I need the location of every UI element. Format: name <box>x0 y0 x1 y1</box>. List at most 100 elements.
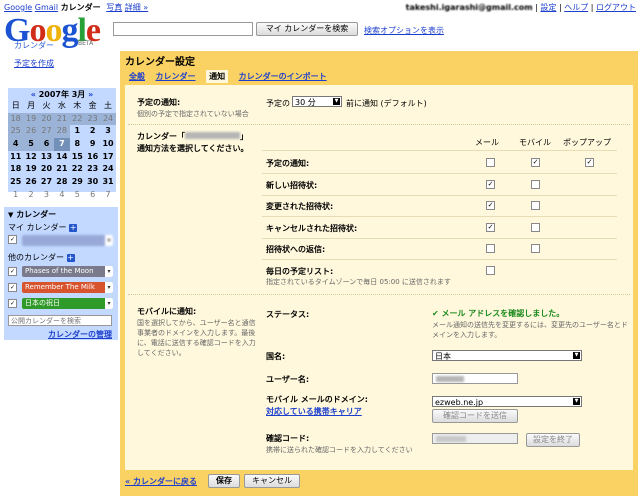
other-calendars-label[interactable]: 他のカレンダー <box>8 253 64 262</box>
calendar-menu-icon[interactable]: ▾ <box>105 266 113 277</box>
mini-calendar-day[interactable]: 22 <box>69 112 85 126</box>
popup-checkbox[interactable]: ✓ <box>585 158 594 167</box>
mini-calendar-day[interactable]: 8 <box>70 138 85 151</box>
mini-calendar-day[interactable]: 24 <box>100 112 116 126</box>
country-select[interactable]: 日本 ▼ <box>432 350 582 361</box>
mini-calendar-day[interactable]: 23 <box>84 112 101 126</box>
mini-calendar-day[interactable]: 31 <box>100 176 115 189</box>
mini-calendar-day[interactable]: 26 <box>23 176 38 189</box>
calendar-tag-rtm[interactable]: Remember The Milk ▾ <box>22 282 113 293</box>
calendar-list-header[interactable]: ▼ カレンダー <box>8 209 56 220</box>
mini-calendar-day[interactable]: 20 <box>39 163 54 176</box>
mini-calendar-day[interactable]: 7 <box>100 189 115 202</box>
mini-calendar-day[interactable]: 23 <box>85 163 100 176</box>
mini-calendar-day[interactable]: 22 <box>70 163 85 176</box>
collapse-icon[interactable]: ▼ <box>8 211 13 219</box>
mini-calendar-day[interactable]: 29 <box>70 176 85 189</box>
mini-calendar-day[interactable]: 13 <box>39 151 54 164</box>
mini-calendar-day[interactable]: 5 <box>70 189 85 202</box>
code-field[interactable] <box>432 433 518 444</box>
domain-select[interactable]: ezweb.ne.jp ▼ <box>432 396 582 407</box>
mini-calendar-day[interactable]: 6 <box>38 138 55 151</box>
public-calendar-search-input[interactable] <box>8 315 112 326</box>
mini-calendar-day[interactable]: 2 <box>85 125 100 138</box>
mini-calendar-day[interactable]: 16 <box>85 151 100 164</box>
tab-import[interactable]: カレンダーのインポート <box>239 71 327 82</box>
calendar-tag-moon[interactable]: Phases of the Moon ▾ <box>22 266 113 277</box>
send-code-button[interactable]: 確認コードを送信 <box>432 409 518 423</box>
mini-calendar-day[interactable]: 20 <box>38 112 55 126</box>
mini-calendar-day[interactable]: 2 <box>23 189 38 202</box>
save-button[interactable]: 保存 <box>208 474 240 488</box>
nav-more[interactable]: 詳細 » <box>125 3 148 12</box>
mini-calendar-day[interactable]: 12 <box>23 151 38 164</box>
mail-checkbox[interactable] <box>486 158 495 167</box>
search-input[interactable] <box>113 22 253 36</box>
add-my-calendar-icon[interactable]: + <box>69 223 78 232</box>
my-calendar-menu-icon[interactable]: ▾ <box>105 235 113 246</box>
mobile-checkbox[interactable] <box>531 180 540 189</box>
mini-calendar-day[interactable]: 7 <box>54 138 70 151</box>
mini-calendar-day[interactable]: 10 <box>100 138 115 151</box>
mini-calendar-day[interactable]: 1 <box>8 189 23 202</box>
tab-general[interactable]: 全般 <box>129 71 145 82</box>
mail-checkbox[interactable]: ✓ <box>486 201 495 210</box>
mini-calendar-day[interactable]: 3 <box>100 125 115 138</box>
mini-calendar-day[interactable]: 18 <box>8 112 24 126</box>
mini-calendar-day[interactable]: 15 <box>70 151 85 164</box>
search-button[interactable]: マイ カレンダーを検索 <box>256 22 358 36</box>
mini-calendar-day[interactable]: 9 <box>85 138 100 151</box>
mini-calendar-day[interactable]: 1 <box>70 125 85 138</box>
username-field[interactable] <box>432 373 518 384</box>
back-to-calendar-link[interactable]: « カレンダーに戻る <box>125 476 197 487</box>
mini-calendar-day[interactable]: 19 <box>23 163 38 176</box>
calendar-menu-icon[interactable]: ▾ <box>105 298 113 309</box>
mini-calendar-day[interactable]: 28 <box>54 125 70 139</box>
mini-calendar-day[interactable]: 28 <box>54 176 69 189</box>
mail-checkbox[interactable] <box>486 266 495 275</box>
mini-calendar-day[interactable]: 24 <box>100 163 115 176</box>
nav-photos[interactable]: 写真 <box>106 3 122 12</box>
mini-calendar-day[interactable]: 11 <box>8 151 23 164</box>
my-calendar-item[interactable]: ✓ <box>8 235 17 244</box>
search-options-link[interactable]: 検索オプションを表示 <box>364 25 444 36</box>
mini-calendar-day[interactable]: 17 <box>100 151 115 164</box>
mini-calendar-day[interactable]: 27 <box>39 176 54 189</box>
calendar-menu-icon[interactable]: ▾ <box>105 282 113 293</box>
mini-calendar-day[interactable]: 21 <box>54 112 70 126</box>
mobile-checkbox[interactable] <box>531 201 540 210</box>
calendar-checkbox[interactable]: ✓ <box>8 283 17 292</box>
add-other-calendar-icon[interactable]: + <box>66 253 75 262</box>
logout-link[interactable]: ログアウト <box>596 3 636 12</box>
default-notify-select[interactable]: 30 分 ▼ <box>292 96 342 107</box>
carrier-link[interactable]: 対応している携帯キャリア <box>266 406 362 417</box>
help-link[interactable]: ヘルプ <box>564 3 588 12</box>
my-calendar-tag[interactable]: ▾ <box>22 235 113 246</box>
mail-checkbox[interactable]: ✓ <box>486 180 495 189</box>
manage-calendars-link[interactable]: カレンダーの管理 <box>48 329 112 340</box>
my-calendars-label[interactable]: マイ カレンダー <box>8 223 67 232</box>
prev-month-icon[interactable]: « <box>31 90 36 99</box>
mini-calendar-day[interactable]: 18 <box>8 163 23 176</box>
mini-calendar-day[interactable]: 6 <box>85 189 100 202</box>
calendar-checkbox[interactable]: ✓ <box>8 267 17 276</box>
create-event-link[interactable]: 予定を作成 <box>14 58 54 69</box>
mini-calendar-day[interactable]: 3 <box>39 189 54 202</box>
mini-calendar-day[interactable]: 25 <box>8 125 24 139</box>
tab-calendars[interactable]: カレンダー <box>156 71 196 82</box>
mini-calendar-day[interactable]: 27 <box>38 125 55 139</box>
mini-calendar-day[interactable]: 14 <box>54 151 69 164</box>
mini-calendar-day[interactable]: 5 <box>23 138 39 151</box>
mini-calendar-day[interactable]: 19 <box>23 112 39 126</box>
mini-calendar-day[interactable]: 21 <box>54 163 69 176</box>
other-calendar-check-1[interactable]: ✓ <box>8 283 17 292</box>
settings-link[interactable]: 設定 <box>540 3 556 12</box>
mini-calendar-day[interactable]: 25 <box>8 176 23 189</box>
mini-calendar-day[interactable]: 30 <box>85 176 100 189</box>
mini-calendar-day[interactable]: 26 <box>23 125 39 139</box>
nav-google[interactable]: Google <box>4 3 32 12</box>
mobile-checkbox[interactable] <box>531 244 540 253</box>
mini-calendar-day[interactable]: 4 <box>8 138 24 151</box>
next-month-icon[interactable]: » <box>88 90 93 99</box>
finish-setup-button[interactable]: 設定を終了 <box>526 433 580 447</box>
